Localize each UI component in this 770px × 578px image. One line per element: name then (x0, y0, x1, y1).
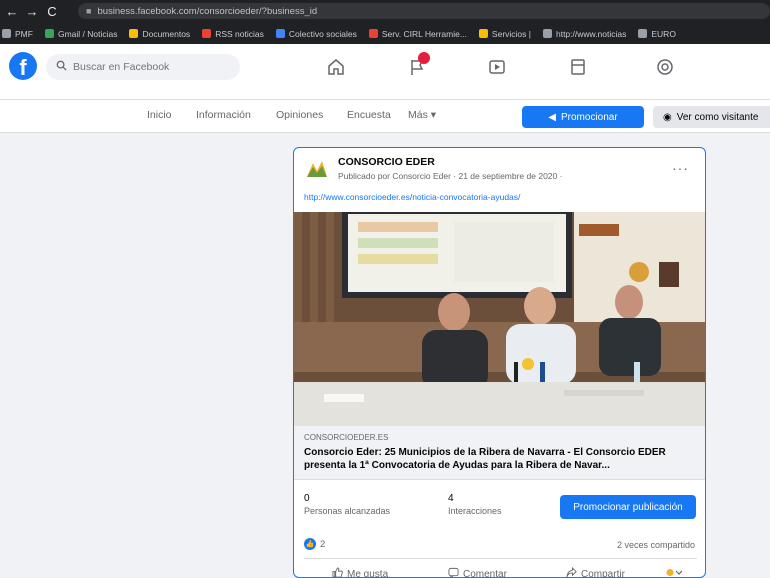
bookmark-icon (368, 29, 378, 38)
share-count[interactable]: 2 veces compartido (617, 540, 695, 550)
megaphone-icon: ◀ (548, 111, 556, 123)
bookmark-icon (542, 29, 552, 38)
tab-inicio[interactable]: Inicio (147, 109, 172, 121)
like-button[interactable]: Me gusta (332, 567, 389, 578)
bookmark-icon (638, 29, 648, 38)
page-avatar[interactable] (304, 157, 330, 183)
reach-count: 0 (304, 493, 310, 504)
marketplace-icon[interactable] (564, 55, 592, 79)
reach-label: Personas alcanzadas (304, 506, 391, 516)
link-title: Consorcio Eder: 25 Municipios de la Ribe… (304, 447, 666, 471)
search-input[interactable] (73, 61, 223, 73)
promote-post-button[interactable]: Promocionar publicación (560, 495, 696, 519)
facebook-header: f (0, 44, 770, 100)
promote-label: Promocionar (561, 111, 618, 123)
notification-badge (418, 52, 430, 64)
bookmarks-bar: PMF Gmail / Noticias Documentos RSS noti… (0, 23, 770, 44)
tab-mas[interactable]: Más ▾ (408, 109, 436, 121)
bookmark-icon (2, 29, 11, 38)
comment-button[interactable]: Comentar (448, 567, 507, 578)
url-bar[interactable]: ■ business.facebook.com/consorcioeder/?b… (78, 3, 770, 19)
bookmark-item[interactable]: http://www.noticias (542, 29, 626, 39)
reaction-summary[interactable]: 👍 2 (304, 538, 325, 550)
engagement-count: 4 (448, 493, 454, 504)
share-icon (566, 566, 577, 577)
visitor-label: Ver como visitante (676, 111, 759, 123)
post-card: CONSORCIO EDER Publicado por Consorcio E… (293, 147, 706, 578)
bookmark-item[interactable]: Documentos (129, 29, 190, 39)
bookmark-item[interactable]: Serv. CIRL Herramie... (368, 29, 467, 39)
back-icon[interactable]: ← (4, 4, 20, 19)
bookmark-icon (478, 29, 488, 38)
view-as-visitor-button[interactable]: ◉ Ver como visitante (653, 106, 770, 128)
comment-icon (448, 567, 459, 577)
audience-icon (666, 567, 683, 577)
link-preview[interactable]: consorcioeder.es Consorcio Eder: 25 Muni… (294, 426, 705, 480)
page-tab-bar: Inicio Información Opiniones Encuesta Má… (0, 100, 770, 133)
eye-icon: ◉ (663, 111, 672, 123)
browser-chrome: ← → C ■ business.facebook.com/consorcioe… (0, 0, 770, 44)
tab-encuesta[interactable]: Encuesta (347, 109, 391, 121)
bookmark-item[interactable]: Gmail / Noticias (44, 29, 117, 39)
post-meta: Publicado por Consorcio Eder · 21 de sep… (338, 171, 563, 181)
groups-icon[interactable] (651, 55, 679, 79)
facebook-logo[interactable]: f (9, 52, 37, 80)
reaction-count: 2 (320, 538, 326, 550)
post-image[interactable] (294, 212, 705, 426)
like-label: Me gusta (347, 568, 389, 578)
link-domain: consorcioeder.es (304, 433, 389, 442)
bookmark-item[interactable]: PMF (2, 29, 33, 39)
audience-selector[interactable] (666, 567, 686, 577)
bookmark-item[interactable]: RSS noticias (202, 29, 264, 39)
bookmark-icon (202, 29, 212, 38)
address-row: ← → C ■ business.facebook.com/consorcioe… (0, 0, 770, 22)
bookmark-icon (275, 29, 285, 38)
more-options-icon[interactable]: ··· (672, 160, 689, 176)
comment-label: Comentar (463, 568, 507, 578)
like-icon (332, 567, 343, 577)
like-reaction-icon: 👍 (304, 538, 316, 550)
video-icon[interactable] (483, 55, 511, 79)
share-label: Compartir (581, 568, 625, 578)
search-icon (56, 60, 67, 74)
post-author[interactable]: CONSORCIO EDER (338, 156, 435, 168)
bookmark-icon (129, 29, 139, 38)
share-button[interactable]: Compartir (566, 566, 625, 578)
forward-icon[interactable]: → (24, 4, 40, 19)
reload-icon[interactable]: C (44, 4, 60, 19)
bookmark-item[interactable]: Colectivo sociales (275, 29, 357, 39)
promote-button[interactable]: ◀ Promocionar (522, 106, 644, 128)
search-box[interactable] (46, 54, 240, 80)
bookmark-icon (44, 29, 54, 38)
flag-icon[interactable] (403, 52, 431, 79)
home-icon[interactable] (322, 55, 350, 79)
url-text: business.facebook.com/consorcioeder/?bus… (97, 5, 318, 17)
divider (304, 558, 697, 559)
lock-icon: ■ (86, 6, 92, 16)
tab-informacion[interactable]: Información (196, 109, 251, 121)
tab-opiniones[interactable]: Opiniones (276, 109, 323, 121)
bookmark-item[interactable]: EURO (638, 29, 676, 39)
bookmark-item[interactable]: Servicios | (478, 29, 531, 39)
engagement-label: Interacciones (448, 506, 502, 516)
post-link-url[interactable]: http://www.consorcioeder.es/noticia-conv… (304, 192, 520, 202)
